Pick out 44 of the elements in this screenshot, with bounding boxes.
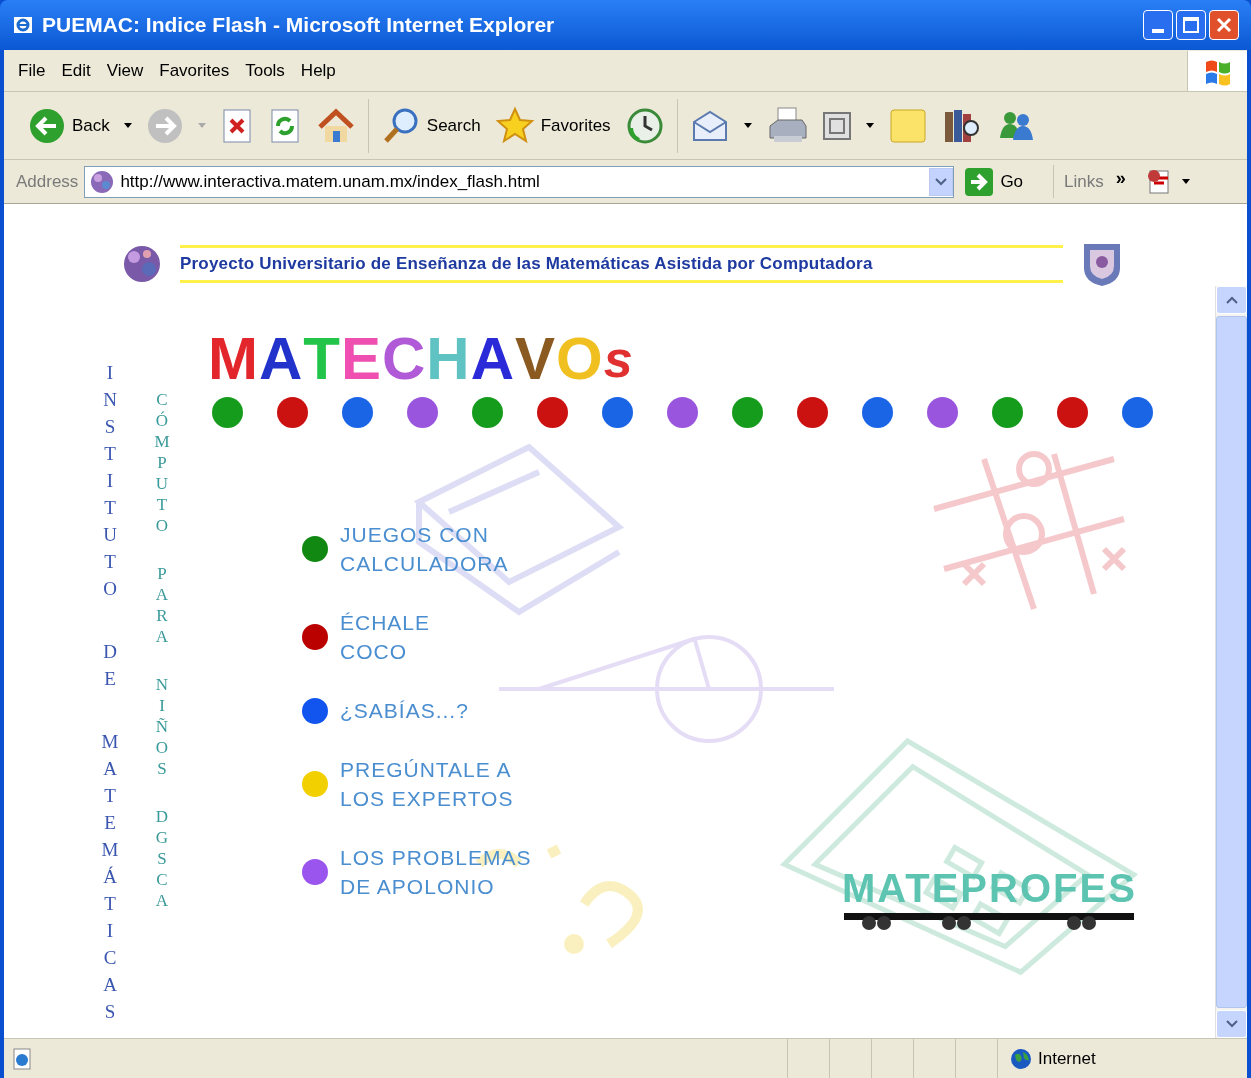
- close-button[interactable]: [1209, 10, 1239, 40]
- caret-icon: [1181, 179, 1190, 184]
- browser-icon: [12, 14, 34, 36]
- maximize-button[interactable]: [1176, 10, 1206, 40]
- caret-icon: [865, 123, 874, 128]
- chevron-button[interactable]: »: [1115, 165, 1126, 192]
- translate-button[interactable]: [1145, 167, 1190, 196]
- favorites-button[interactable]: Favorites: [490, 100, 615, 151]
- matechavos-logo: MATECHAVOs: [208, 327, 635, 391]
- vertical-text: CÓMPUTO PARA NIÑOS DGSCA: [153, 389, 171, 912]
- window-title: PUEMAC: Indice Flash - Microsoft Internet Explorer: [42, 12, 555, 39]
- address-label: Address: [16, 170, 79, 193]
- close-icon: [1216, 17, 1232, 33]
- banner-text: Proyecto Universitario de Enseñanza de las Matemáticas Asistida por Computadora: [180, 253, 874, 276]
- zone-text: Internet: [1038, 1047, 1096, 1070]
- minimize-button[interactable]: [1143, 10, 1173, 40]
- menu-item[interactable]: Favorites: [153, 57, 236, 84]
- menu-item[interactable]: File: [12, 57, 52, 84]
- url-text: http://www.interactiva.matem.unam.mx/index_flash.html: [120, 170, 540, 193]
- menu-item[interactable]: Help: [294, 57, 342, 84]
- vertical-text: INSTITUTO DE MATEMÁTICAS: [100, 361, 120, 1024]
- scroll-up-button[interactable]: [1216, 286, 1247, 314]
- search-button[interactable]: Search: [376, 100, 485, 151]
- menu-item[interactable]: View: [100, 57, 150, 84]
- scroll-down-button[interactable]: [1216, 1010, 1247, 1038]
- caret-icon: [743, 123, 752, 128]
- dropdown-button[interactable]: [929, 167, 954, 196]
- chevron-down-icon: [1225, 1020, 1238, 1028]
- caret-icon: [197, 123, 206, 128]
- links-label[interactable]: Links: [1064, 168, 1104, 195]
- arrow-right-icon: [964, 166, 995, 197]
- address-field[interactable]: http://www.interactiva.matem.unam.mx/index_flash.html: [84, 165, 955, 198]
- caret-icon: [123, 123, 132, 128]
- menu-item[interactable]: Tools: [239, 57, 291, 84]
- go-button[interactable]: Go: [964, 166, 1024, 197]
- globe-icon: [1010, 1047, 1032, 1070]
- menu-item[interactable]: Edit: [55, 57, 97, 84]
- maximize-icon: [1183, 17, 1199, 33]
- minimize-icon: [1152, 29, 1164, 33]
- chevron-down-icon: [935, 177, 948, 186]
- chevron-up-icon: [1225, 296, 1238, 304]
- page-icon: [12, 1047, 34, 1070]
- star-icon: [494, 105, 535, 146]
- back-button[interactable]: Back: [24, 100, 136, 151]
